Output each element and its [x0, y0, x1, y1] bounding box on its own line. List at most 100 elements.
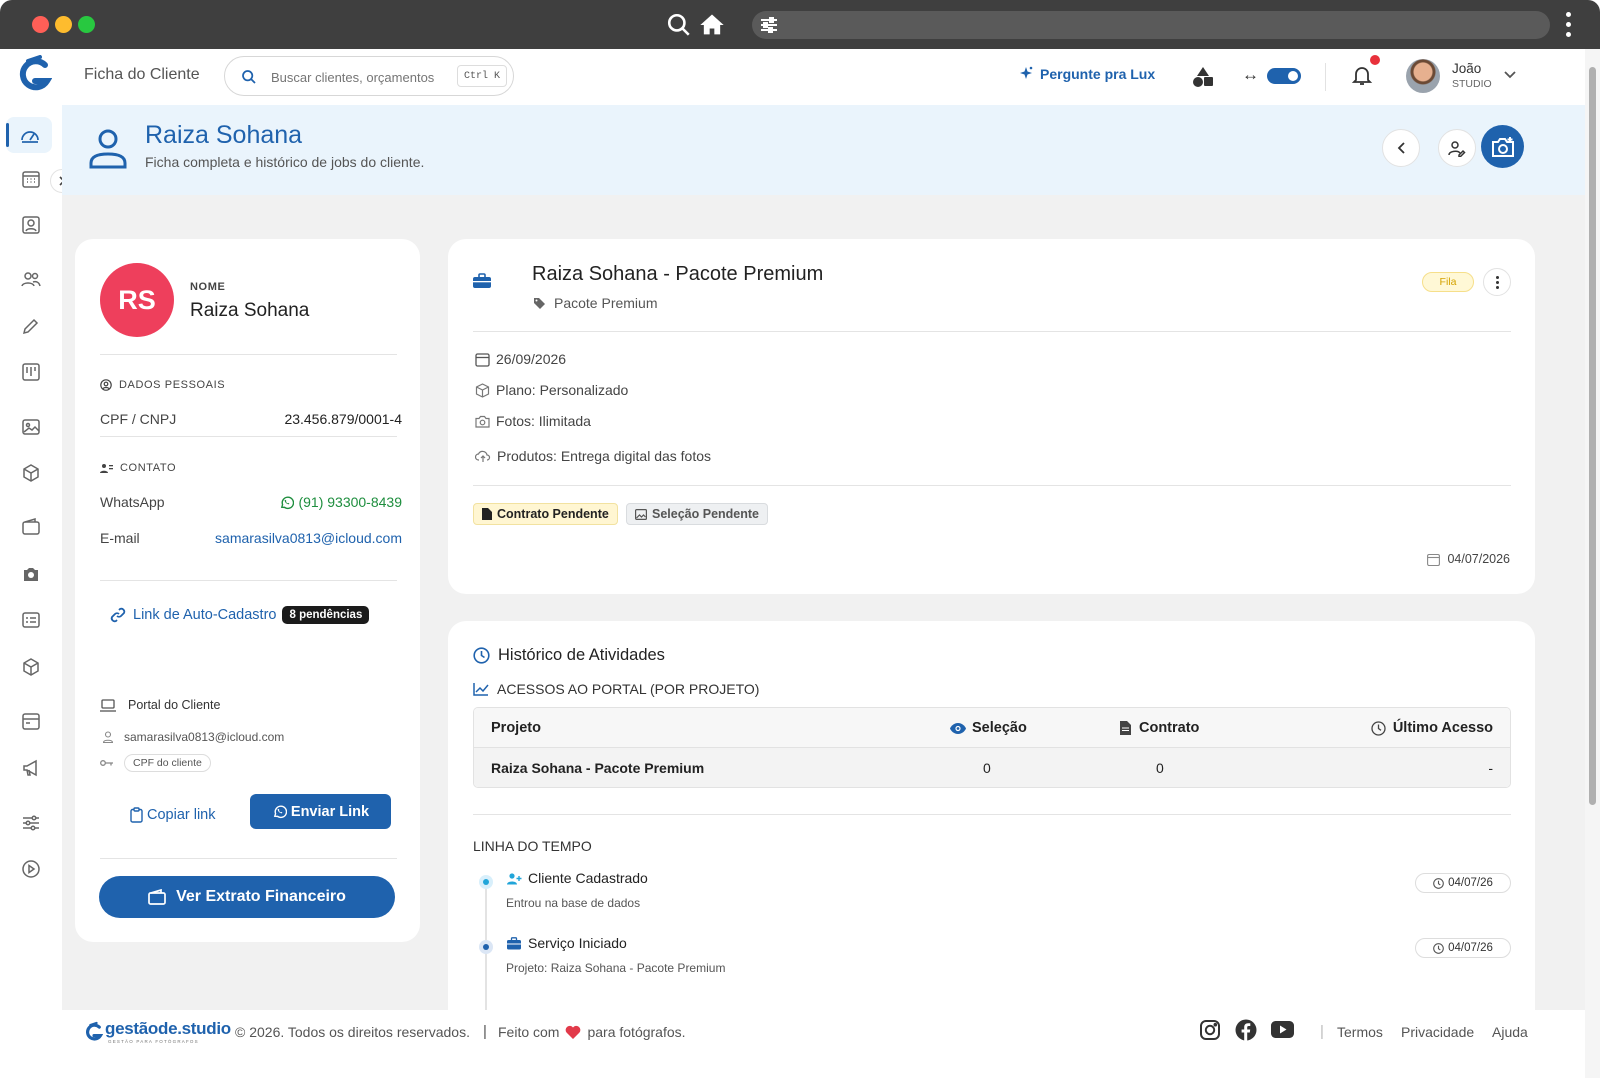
portal-password-badge: CPF do cliente [124, 754, 211, 772]
sidebar-item-gallery[interactable] [19, 415, 43, 439]
cloud-upload-icon [475, 450, 491, 462]
job-photos: Fotos: Ilimitada [496, 413, 591, 429]
history-title-row: Histórico de Atividades [473, 646, 665, 665]
shapes-icon[interactable] [1192, 66, 1214, 88]
back-button[interactable] [1382, 129, 1420, 167]
made-with-suffix: para fotógrafos. [587, 1024, 686, 1040]
footer-link-terms[interactable]: Termos [1337, 1024, 1383, 1040]
close-window-dot[interactable] [32, 16, 49, 33]
sparkle-icon [1020, 66, 1033, 79]
layout-toggle[interactable] [1267, 68, 1301, 84]
contact-section: CONTATO [100, 462, 176, 474]
width-toggle-arrows-icon: ↔ [1242, 65, 1259, 84]
settings-sliders-icon[interactable] [760, 17, 778, 33]
kebab-dot [1495, 280, 1499, 284]
job-tag-row: Pacote Premium [533, 295, 657, 311]
sidebar-item-agenda[interactable] [19, 709, 43, 733]
search-input[interactable] [271, 67, 449, 87]
column-last-access: Último Acesso [1371, 708, 1493, 748]
sidebar-item-edit[interactable] [19, 314, 43, 338]
contract-pending-pill[interactable]: Contrato Pendente [473, 503, 618, 525]
timeline-dot [479, 875, 493, 889]
job-plan: Plano: Personalizado [496, 382, 629, 398]
email-link[interactable]: samarasilva0813@icloud.com [215, 530, 402, 546]
autoregister-link-row[interactable]: Link de Auto-Cadastro 8 pendências [109, 606, 370, 624]
page-scrollbar[interactable] [1585, 49, 1600, 1078]
footer-link-help[interactable]: Ajuda [1492, 1024, 1528, 1040]
row-last-access: - [1488, 760, 1493, 776]
whatsapp-row: WhatsApp (91) 93300-8439 [100, 494, 402, 510]
home-icon[interactable] [698, 11, 726, 39]
sidebar-item-tutorials[interactable] [19, 857, 43, 881]
megaphone-icon [23, 759, 37, 777]
notifications-button[interactable] [1350, 55, 1380, 91]
job-created-row: 04/07/2026 [1427, 552, 1510, 566]
new-job-button[interactable] [1481, 125, 1524, 168]
ask-lux-button[interactable]: Pergunte pra Lux [1018, 66, 1155, 82]
user-menu[interactable]: João STUDIO [1406, 57, 1521, 97]
search-icon [242, 70, 256, 84]
whatsapp-link[interactable]: (91) 93300-8439 [279, 494, 402, 510]
copy-link-label: Copiar link [147, 807, 216, 823]
global-search[interactable]: Ctrl K [224, 56, 514, 96]
sidebar-item-wallet[interactable] [19, 515, 43, 539]
sidebar-item-settings[interactable] [19, 811, 43, 835]
selection-pending-pill[interactable]: Seleção Pendente [626, 503, 768, 525]
divider [100, 580, 397, 581]
copy-link-button[interactable]: Copiar link [130, 797, 216, 833]
footer-link-privacy[interactable]: Privacidade [1401, 1024, 1474, 1040]
client-portal-title-row: Portal do Cliente [100, 698, 220, 712]
page-title: Ficha do Cliente [84, 66, 200, 83]
tag-icon [534, 297, 545, 309]
divider [473, 485, 1511, 486]
browser-menu-icon[interactable] [1564, 12, 1572, 38]
sidebar-item-packages[interactable] [19, 655, 43, 679]
clock-icon [473, 647, 490, 664]
job-options-button[interactable] [1483, 268, 1511, 296]
autoregister-link-label: Link de Auto-Cadastro [133, 607, 277, 623]
brand-tagline: GESTÃO PARA FOTÓGRAFOS [108, 1039, 199, 1044]
sidebar-item-products[interactable] [19, 461, 43, 485]
sidebar-item-kanban[interactable] [19, 360, 43, 384]
scrollbar-thumb[interactable] [1589, 67, 1596, 805]
app-logo[interactable] [18, 55, 52, 97]
edit-client-button[interactable] [1438, 129, 1476, 167]
timeline-item-desc: Projeto: Raiza Sohana - Pacote Premium [506, 961, 726, 975]
sidebar-item-calendar[interactable] [19, 167, 43, 191]
sidebar-item-team[interactable] [19, 267, 43, 291]
minimize-window-dot[interactable] [55, 16, 72, 33]
eye-icon [950, 722, 966, 734]
briefcase-icon [473, 273, 491, 288]
client-name: Raiza Sohana [190, 300, 310, 321]
main-content: Raiza Sohana Ficha completa e histórico … [62, 105, 1585, 1041]
row-contract: 0 [1156, 760, 1164, 776]
divider [100, 436, 397, 437]
search-icon[interactable] [666, 12, 692, 38]
send-link-button[interactable]: Enviar Link [250, 794, 391, 829]
user-icon [89, 129, 127, 169]
key-icon [100, 760, 113, 766]
kebab-dot [1495, 275, 1499, 279]
row-selection: 0 [983, 760, 991, 776]
page-header: Raiza Sohana Ficha completa e histórico … [62, 105, 1585, 195]
row-project: Raiza Sohana - Pacote Premium [491, 760, 705, 776]
sidebar-item-dashboard[interactable] [6, 117, 52, 153]
user-plus-icon [507, 873, 522, 885]
sidebar-item-list[interactable] [19, 608, 43, 632]
timeline-date-badge: 04/07/26 [1415, 938, 1511, 958]
sidebar-item-camera[interactable] [19, 562, 43, 586]
column-selection-label: Seleção [972, 720, 1027, 736]
clock-icon [1371, 720, 1386, 736]
instagram-icon[interactable] [1199, 1019, 1221, 1041]
sliders-icon [23, 815, 39, 831]
youtube-icon[interactable] [1271, 1021, 1294, 1038]
sidebar-item-clients[interactable] [19, 213, 43, 237]
facebook-icon[interactable] [1235, 1019, 1257, 1041]
financial-statement-button[interactable]: Ver Extrato Financeiro [99, 876, 395, 918]
job-products-row: Produtos: Entrega digital das fotos [475, 448, 711, 464]
maximize-window-dot[interactable] [78, 16, 95, 33]
send-link-label: Enviar Link [290, 803, 370, 820]
sidebar-item-marketing[interactable] [19, 756, 43, 780]
address-bar[interactable] [752, 11, 1550, 39]
camera-icon [24, 568, 38, 581]
